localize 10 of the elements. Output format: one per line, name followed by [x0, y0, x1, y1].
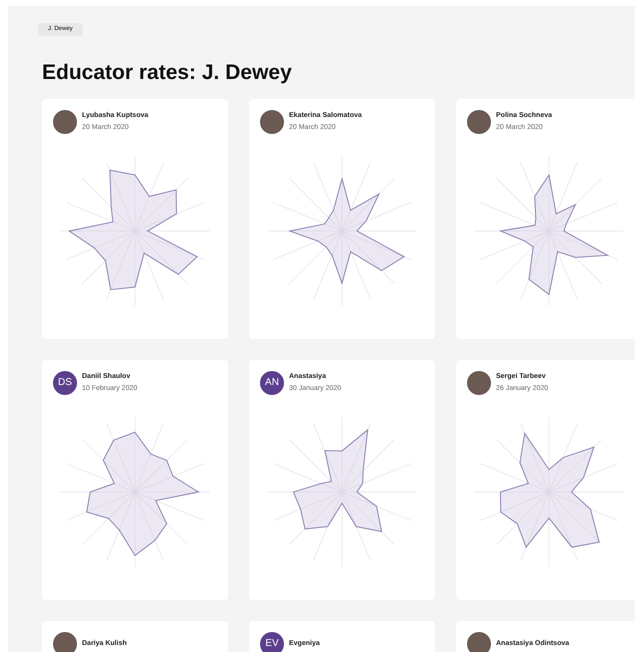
- avatar-photo-placeholder: [260, 110, 284, 134]
- page-title: Educator rates: J. Dewey: [42, 60, 293, 86]
- avatar-initials: AN: [260, 370, 284, 394]
- avatar-photo-placeholder: [467, 632, 491, 652]
- avatar-photo-placeholder: [467, 110, 491, 134]
- avatar-initials: DS: [53, 370, 77, 394]
- avatar-photo-placeholder: [467, 370, 491, 394]
- avatar-photo-placeholder: [53, 632, 77, 652]
- avatar-photo-placeholder: [53, 110, 77, 134]
- avatar-initials: EV: [260, 632, 284, 652]
